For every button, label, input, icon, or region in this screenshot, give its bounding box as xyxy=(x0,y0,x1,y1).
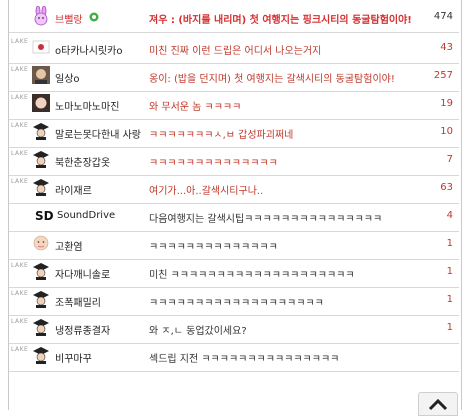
user-tag: LAKE xyxy=(11,150,29,157)
recommend-count: 1 xyxy=(446,322,453,333)
sd-logo: SD xyxy=(35,209,54,223)
nickname[interactable]: 일상o xyxy=(55,70,80,85)
nickname[interactable]: 말로는못다한내 사랑 xyxy=(55,126,141,141)
comment-text[interactable]: ㅋㅋㅋㅋㅋㅋㅋㅅ,ㅂ 갑성파괴쩌네 xyxy=(149,126,293,141)
scroll-top-button[interactable] xyxy=(418,392,458,416)
user-tag: LAKE xyxy=(11,94,29,101)
nickname[interactable]: 비꾸마꾸 xyxy=(55,350,92,365)
comment-row[interactable]: 브뻘랑 져우 : (바지를 내리며) 첫 여행지는 핑크시티의 동굴탐험이야! … xyxy=(9,4,459,33)
comment-text[interactable]: 와 무서운 놈 ㅋㅋㅋㅋ xyxy=(149,98,241,113)
user-tag: LAKE xyxy=(11,318,29,325)
comment-row[interactable]: LAKE 냉정류종결자 와 ㅈ,ㄴ 동업갔이세요? 1 xyxy=(9,315,459,344)
comment-text[interactable]: 다음여행지는 갈색시팁ㅋㅋㅋㅋㅋㅋㅋㅋㅋㅋㅋㅋㅋㅋㅋ xyxy=(149,210,382,225)
bunny-icon xyxy=(34,6,48,26)
comment-row[interactable]: LAKE 일상o 옹이: (밥을 던지며) 첫 여행지는 갈색시티의 동굴탐험이… xyxy=(9,63,459,92)
nickname[interactable]: o타카나시릿카o xyxy=(55,42,122,57)
user-tag: LAKE xyxy=(11,262,29,269)
comment-text[interactable]: 여기가...아..갈색시티구나.. xyxy=(149,182,263,197)
graduate-icon xyxy=(33,347,49,364)
comment-text[interactable]: ㅋㅋㅋㅋㅋㅋㅋㅋㅋㅋㅋㅋㅋㅋ xyxy=(149,238,278,253)
user-tag: LAKE xyxy=(11,346,29,353)
comment-row[interactable]: LAKE 말로는못다한내 사랑 ㅋㅋㅋㅋㅋㅋㅋㅅ,ㅂ 갑성파괴쩌네 10 xyxy=(9,119,459,148)
comment-text[interactable]: 와 ㅈ,ㄴ 동업갔이세요? xyxy=(149,322,247,337)
nickname[interactable]: 라이재르 xyxy=(55,182,92,197)
recommend-count: 63 xyxy=(440,182,453,193)
comment-row[interactable]: LAKE o타카나시릿카o 미친 진짜 이런 드립은 어디서 나오는거지 43 xyxy=(9,35,459,64)
recommend-count: 474 xyxy=(433,11,453,22)
user-tag: LAKE xyxy=(11,38,29,45)
comment-row[interactable]: LAKE 라이재르 여기가...아..갈색시티구나.. 63 xyxy=(9,175,459,204)
comment-row[interactable]: SD SoundDrive 다음여행지는 갈색시팁ㅋㅋㅋㅋㅋㅋㅋㅋㅋㅋㅋㅋㅋㅋㅋ… xyxy=(9,203,459,232)
comment-text[interactable]: 져우 : (바지를 내리며) 첫 여행지는 핑크시티의 동굴탐험이야! xyxy=(149,11,412,26)
recommend-count: 4 xyxy=(446,210,453,221)
user-tag: LAKE xyxy=(11,122,29,129)
comment-text[interactable]: 미친 진짜 이런 드립은 어디서 나오는거지 xyxy=(149,42,321,57)
nickname[interactable]: SoundDrive xyxy=(57,210,115,221)
nickname[interactable]: 자다깨니솔로 xyxy=(55,266,110,281)
comment-row[interactable]: 고환염 ㅋㅋㅋㅋㅋㅋㅋㅋㅋㅋㅋㅋㅋㅋ 1 xyxy=(9,231,459,260)
comment-row[interactable]: LAKE 자다깨니솔로 미친 ㅋㅋㅋㅋㅋㅋㅋㅋㅋㅋㅋㅋㅋㅋㅋㅋㅋㅋㅋㅋ 1 xyxy=(9,259,459,288)
comment-text[interactable]: 미친 ㅋㅋㅋㅋㅋㅋㅋㅋㅋㅋㅋㅋㅋㅋㅋㅋㅋㅋㅋㅋ xyxy=(149,266,355,281)
comment-row[interactable]: LAKE 북한춘장갑옷 ㅋㅋㅋㅋㅋㅋㅋㅋㅋㅋㅋㅋㅋㅋ 7 xyxy=(9,147,459,176)
graduate-icon xyxy=(33,319,49,336)
graduate-icon xyxy=(33,123,49,140)
comment-text[interactable]: 섹드립 지전 ㅋㅋㅋㅋㅋㅋㅋㅋㅋㅋㅋㅋㅋㅋㅋ xyxy=(149,350,339,365)
graduate-icon xyxy=(33,151,49,168)
nickname[interactable]: 노마노마노마진 xyxy=(55,98,119,113)
comment-row[interactable]: LAKE 조폭패밀리 ㅋㅋㅋㅋㅋㅋㅋㅋㅋㅋㅋㅋㅋㅋㅋㅋㅋㅋㅋ 1 xyxy=(9,287,459,316)
nickname[interactable]: 고환염 xyxy=(55,238,83,253)
photo-avatar-icon xyxy=(32,66,50,84)
comment-row[interactable]: LAKE 노마노마노마진 와 무서운 놈 ㅋㅋㅋㅋ 19 xyxy=(9,91,459,120)
baby-avatar-icon xyxy=(33,235,49,251)
nickname[interactable]: 북한춘장갑옷 xyxy=(55,154,110,169)
recommend-count: 7 xyxy=(446,154,453,165)
user-tag: LAKE xyxy=(11,66,29,73)
recommend-count: 1 xyxy=(446,238,453,249)
graduate-icon xyxy=(33,179,49,196)
recommend-count: 1 xyxy=(446,266,453,277)
user-tag: LAKE xyxy=(11,290,29,297)
recommend-count: 1 xyxy=(446,294,453,305)
nickname[interactable]: 조폭패밀리 xyxy=(55,294,101,309)
chevron-up-icon xyxy=(428,398,448,411)
nickname[interactable]: 브뻘랑 xyxy=(55,11,83,26)
comment-text[interactable]: 옹이: (밥을 던지며) 첫 여행지는 갈색시티의 동굴탐험이야! xyxy=(149,70,395,85)
comment-text[interactable]: ㅋㅋㅋㅋㅋㅋㅋㅋㅋㅋㅋㅋㅋㅋ xyxy=(149,154,278,169)
graduate-icon xyxy=(33,291,49,308)
comment-text[interactable]: ㅋㅋㅋㅋㅋㅋㅋㅋㅋㅋㅋㅋㅋㅋㅋㅋㅋㅋㅋ xyxy=(149,294,324,309)
flag-avatar-icon xyxy=(32,40,50,54)
recommend-count: 10 xyxy=(440,126,453,137)
recommend-count: 257 xyxy=(433,70,453,81)
recommend-count: 43 xyxy=(440,42,453,53)
user-tag: LAKE xyxy=(11,178,29,185)
comment-row[interactable]: LAKE 비꾸마꾸 섹드립 지전 ㅋㅋㅋㅋㅋㅋㅋㅋㅋㅋㅋㅋㅋㅋㅋ xyxy=(9,343,459,372)
green-badge-icon xyxy=(89,12,99,22)
nickname[interactable]: 냉정류종결자 xyxy=(55,322,110,337)
photo-avatar-icon xyxy=(32,94,50,112)
recommend-count: 19 xyxy=(440,98,453,109)
graduate-icon xyxy=(33,263,49,280)
